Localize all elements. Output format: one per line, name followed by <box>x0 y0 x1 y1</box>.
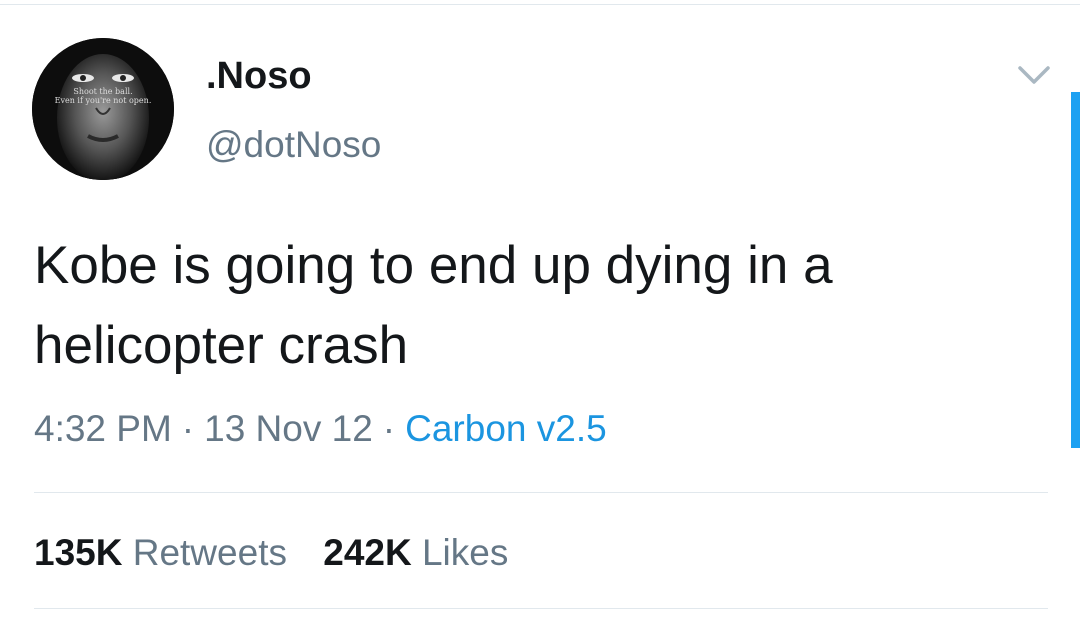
tweet-meta: 4:32 PM · 13 Nov 12 · Carbon v2.5 <box>34 408 607 450</box>
user-handle[interactable]: @dotNoso <box>206 124 381 166</box>
divider <box>34 492 1048 493</box>
chevron-down-icon <box>1018 66 1050 84</box>
avatar[interactable]: Shoot the ball. Even if you're not open. <box>32 38 174 180</box>
retweets-label: Retweets <box>132 532 287 573</box>
tweet-source-link[interactable]: Carbon v2.5 <box>405 408 607 449</box>
meta-separator: · <box>181 408 195 449</box>
tweet-stats: 135K Retweets 242K Likes <box>34 532 534 574</box>
likes-stat[interactable]: 242K Likes <box>323 532 508 573</box>
meta-separator: · <box>382 408 396 449</box>
display-name[interactable]: .Noso <box>206 55 312 98</box>
retweets-stat[interactable]: 135K Retweets <box>34 532 287 573</box>
tweet-time[interactable]: 4:32 PM <box>34 408 172 449</box>
tweet-menu-button[interactable] <box>1016 62 1052 88</box>
tweet-text: Kobe is going to end up dying in a helic… <box>34 236 833 375</box>
retweets-count: 135K <box>34 532 123 573</box>
tweet-date[interactable]: 13 Nov 12 <box>204 408 373 449</box>
likes-count: 242K <box>323 532 412 573</box>
divider <box>34 608 1048 609</box>
likes-label: Likes <box>421 532 509 573</box>
top-divider <box>0 4 1080 5</box>
scrollbar[interactable] <box>1071 92 1080 448</box>
avatar-caption-line1: Shoot the ball. <box>73 87 132 96</box>
avatar-caption-line2: Even if you're not open. <box>55 96 152 105</box>
